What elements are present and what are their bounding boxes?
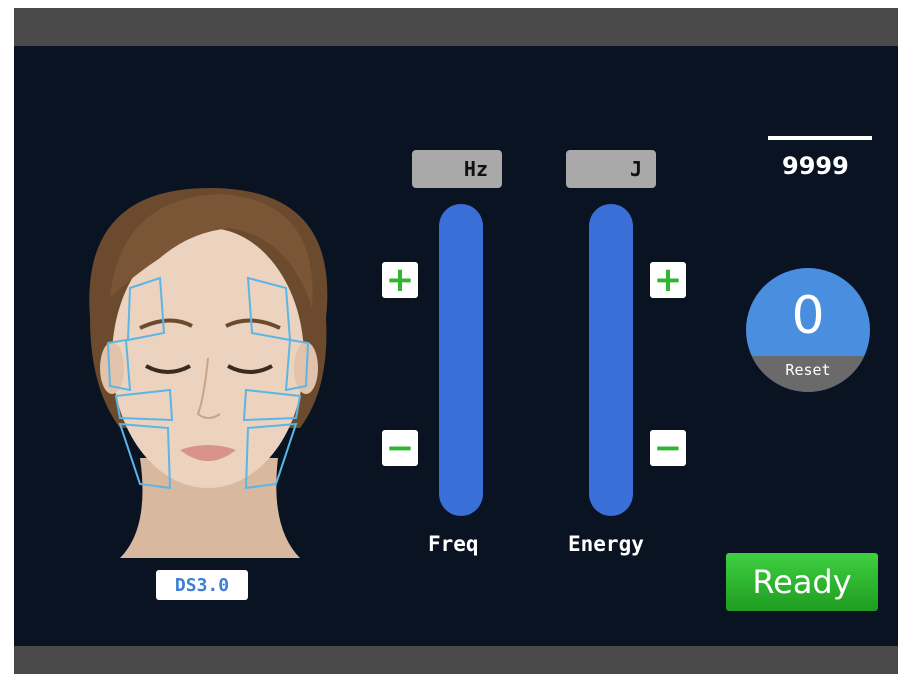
energy-display: J [566,150,656,188]
reset-dial[interactable]: 0 Reset [746,268,870,392]
device-bezel-top [14,8,898,46]
plus-icon: + [385,260,415,300]
energy-decrease-button[interactable]: − [650,430,686,466]
energy-slider[interactable] [589,204,633,516]
ready-button[interactable]: Ready [726,553,878,611]
energy-increase-button[interactable]: + [650,262,686,298]
frequency-slider[interactable] [439,204,483,516]
energy-label: Energy [568,532,644,556]
minus-icon: − [385,428,415,468]
frequency-label: Freq [428,532,479,556]
shot-counter: 9999 [782,152,849,180]
reset-count-value: 0 [791,286,825,346]
minus-icon: − [653,428,683,468]
frequency-increase-button[interactable]: + [382,262,418,298]
counter-divider [768,136,872,140]
face-treatment-map [80,128,340,558]
model-badge: DS3.0 [156,570,248,600]
reset-button[interactable]: Reset [746,356,870,392]
frequency-display: Hz [412,150,502,188]
frequency-decrease-button[interactable]: − [382,430,418,466]
plus-icon: + [653,260,683,300]
device-bezel-bottom [14,646,898,674]
